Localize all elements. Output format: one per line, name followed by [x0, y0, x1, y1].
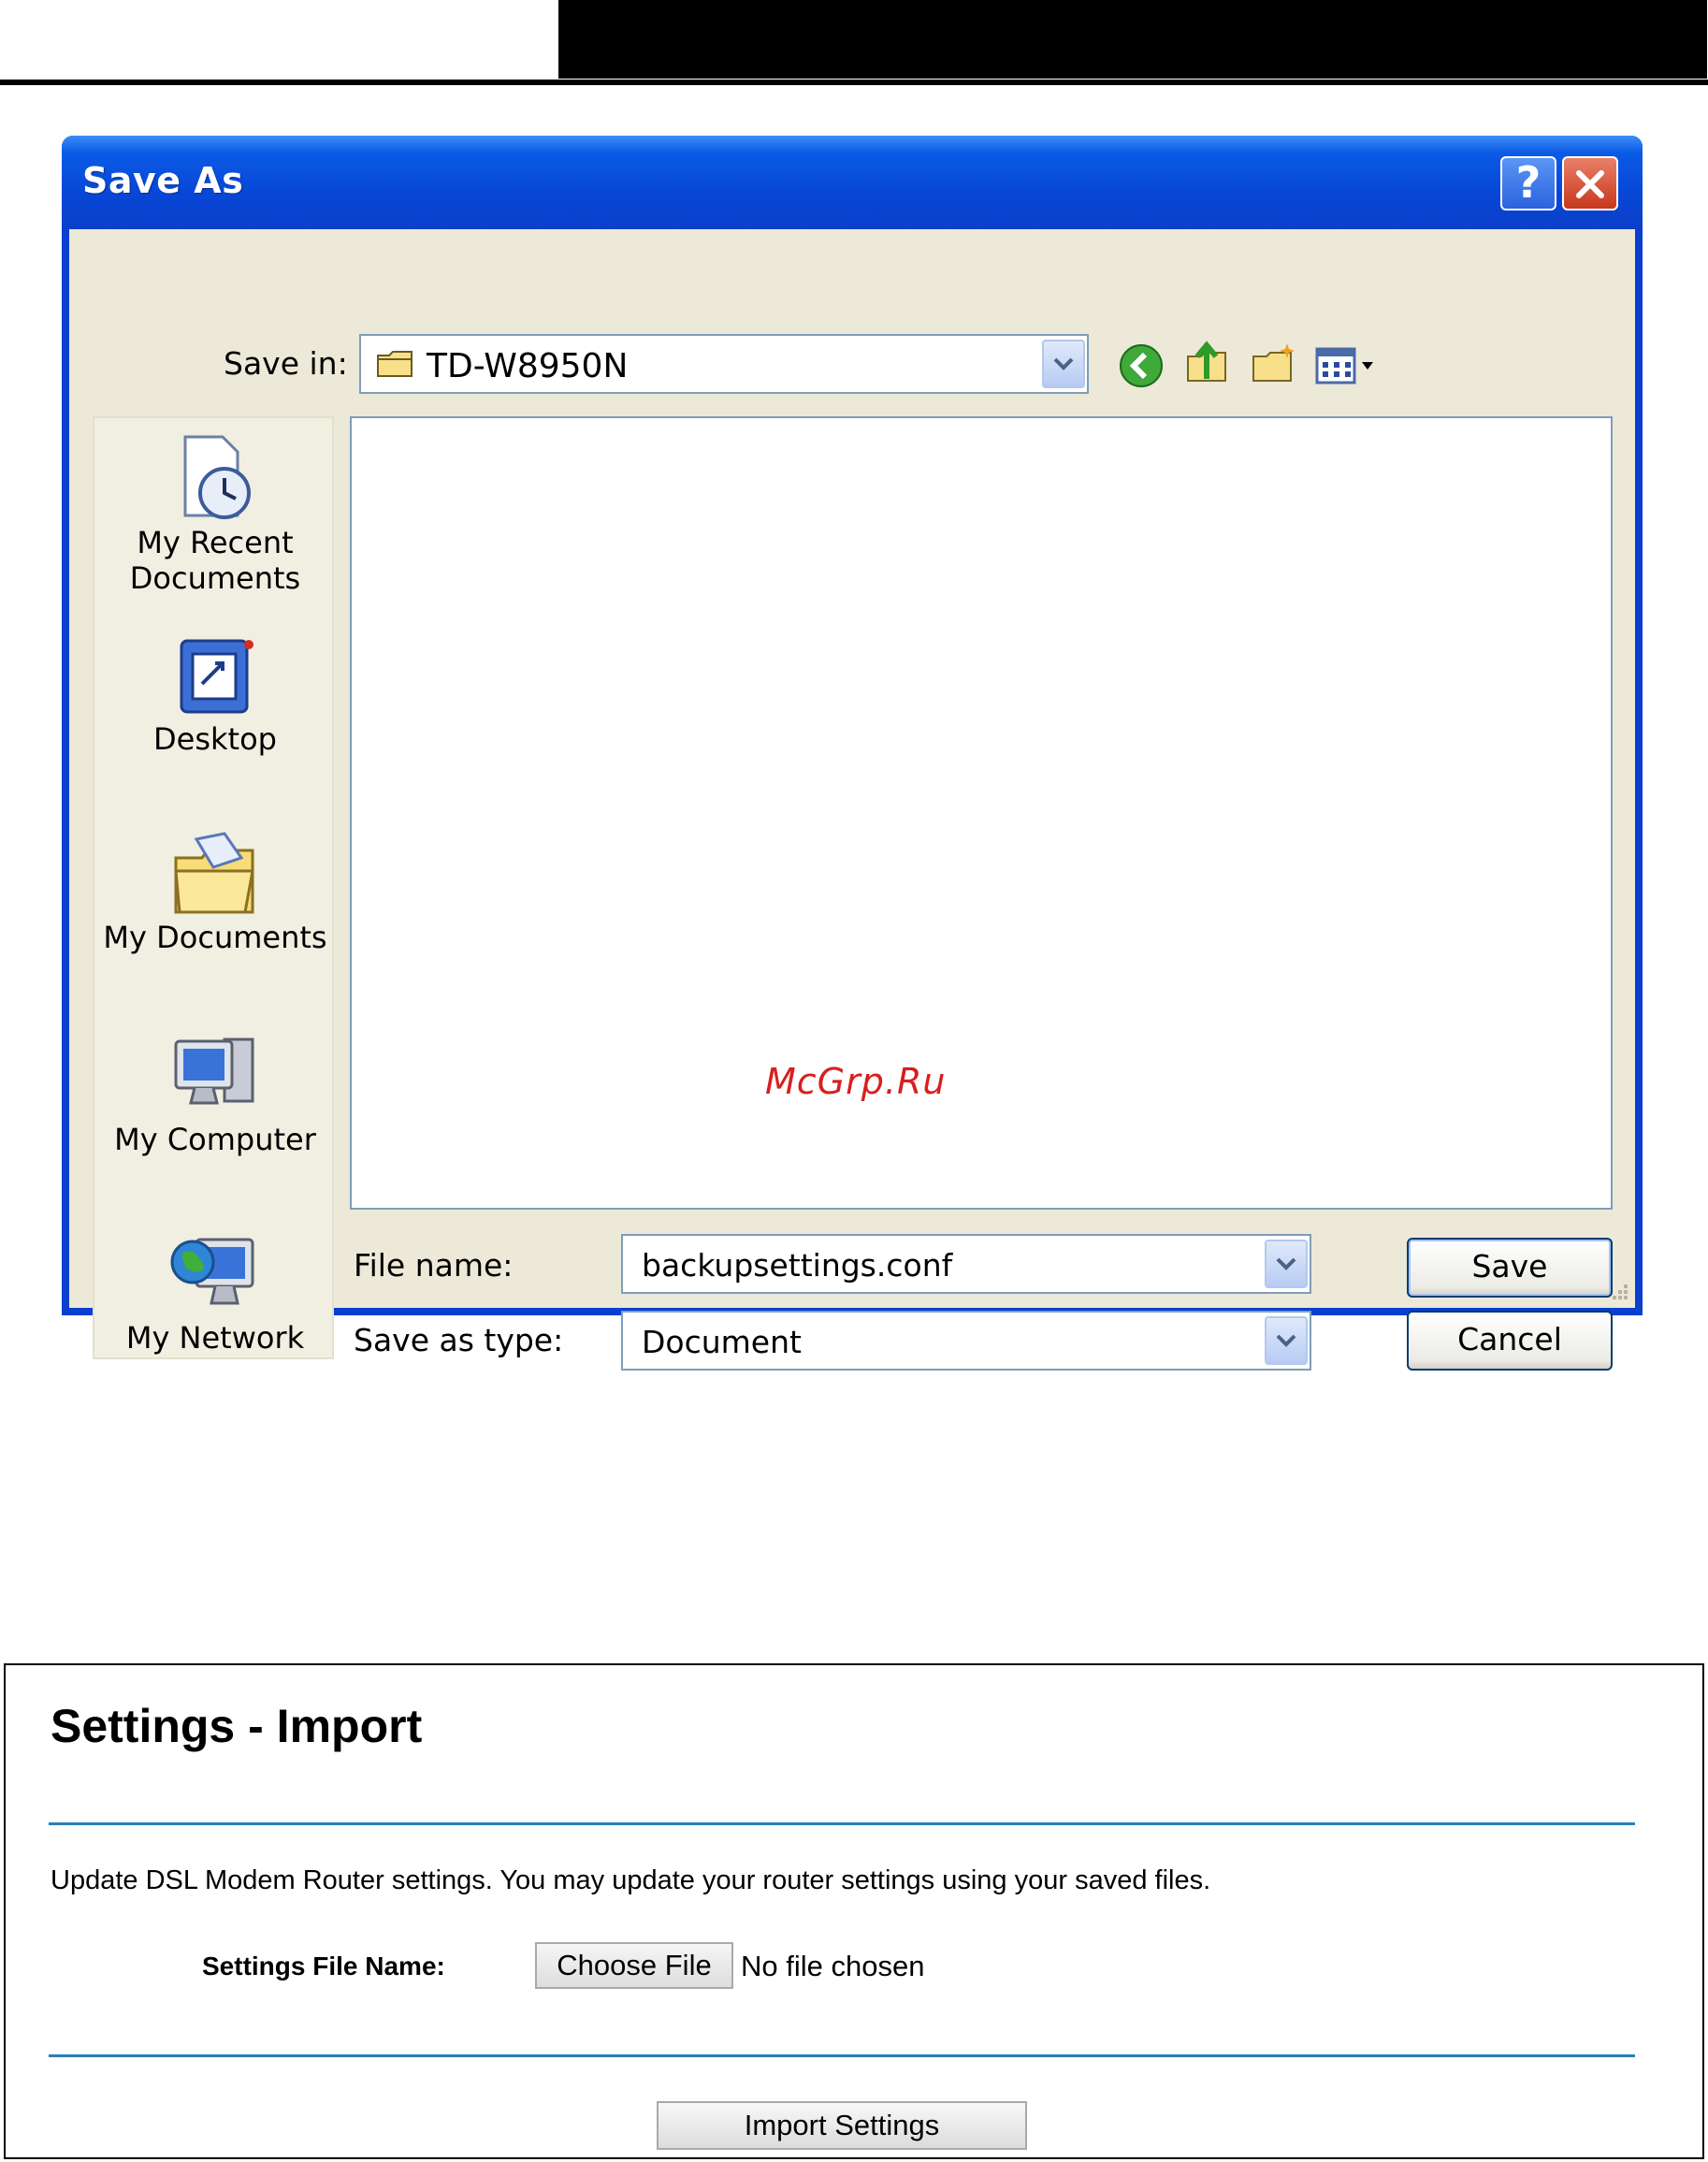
desktop-icon	[180, 639, 253, 714]
place-my-recent-documents[interactable]: My Recent Documents	[94, 431, 336, 596]
file-list-view[interactable]	[350, 416, 1613, 1210]
place-my-network[interactable]: My Network	[94, 1226, 336, 1356]
place-desktop[interactable]: Desktop	[94, 631, 336, 757]
dialog-client-area: Save in: TD-W8950N My Recent Documents D…	[69, 229, 1635, 1371]
back-icon[interactable]	[1117, 341, 1165, 390]
close-icon	[1576, 170, 1604, 198]
place-label: My Network	[125, 1320, 305, 1356]
save-as-type-dropdown-button[interactable]	[1265, 1316, 1308, 1365]
cancel-button[interactable]: Cancel	[1407, 1311, 1613, 1371]
my-documents-icon	[174, 832, 254, 914]
save-as-type-value: Document	[642, 1324, 802, 1360]
section-divider	[49, 1822, 1635, 1825]
settings-file-name-label: Settings File Name:	[202, 1952, 445, 1981]
place-my-computer[interactable]: My Computer	[94, 1028, 336, 1157]
dialog-titlebar[interactable]: Save As ?	[62, 136, 1643, 229]
no-file-chosen-text: No file chosen	[741, 1950, 925, 1982]
document-header-rule	[0, 80, 1708, 85]
file-name-dropdown-button[interactable]	[1265, 1240, 1308, 1288]
resize-grip-icon[interactable]	[1603, 1279, 1629, 1305]
save-in-dropdown[interactable]: TD-W8950N	[359, 334, 1089, 394]
up-folder-icon[interactable]	[1182, 338, 1231, 386]
chevron-down-icon	[1276, 1334, 1296, 1347]
chevron-down-icon	[1053, 357, 1074, 370]
place-label: My Computer	[114, 1122, 316, 1157]
file-name-combobox[interactable]: backupsettings.conf	[621, 1234, 1311, 1294]
save-in-label: Save in:	[224, 345, 348, 382]
file-name-value: backupsettings.conf	[642, 1247, 953, 1284]
place-my-documents[interactable]: My Documents	[94, 830, 336, 955]
place-label: Desktop	[153, 721, 277, 757]
views-menu-icon[interactable]	[1313, 341, 1381, 390]
settings-import-panel: Settings - Import Update DSL Modem Route…	[4, 1663, 1704, 2159]
file-name-label: File name:	[354, 1247, 514, 1284]
save-as-dialog: Save As ? Save in: TD-W8950N My Recent D…	[62, 136, 1643, 1371]
my-computer-icon	[174, 1037, 254, 1105]
watermark-text: McGrp.Ru	[765, 1061, 947, 1102]
dialog-title: Save As	[82, 160, 244, 201]
document-header-bar	[558, 0, 1707, 79]
new-folder-icon[interactable]	[1250, 340, 1298, 388]
place-label: My Recent	[137, 525, 294, 560]
place-label: My Documents	[103, 920, 327, 955]
save-as-type-label: Save as type:	[354, 1322, 564, 1358]
places-bar: My Recent Documents Desktop My Documents…	[93, 416, 334, 1359]
section-divider	[49, 2054, 1635, 2057]
recent-documents-icon	[183, 435, 251, 519]
save-in-value: TD-W8950N	[427, 347, 629, 385]
page-title: Settings - Import	[51, 1700, 423, 1752]
chevron-down-icon	[1276, 1257, 1296, 1270]
my-network-icon	[170, 1238, 254, 1305]
place-label: Documents	[129, 560, 301, 596]
save-button[interactable]: Save	[1407, 1238, 1613, 1298]
import-description: Update DSL Modem Router settings. You ma…	[51, 1865, 1211, 1895]
close-button[interactable]	[1562, 156, 1618, 210]
save-in-dropdown-button[interactable]	[1042, 340, 1085, 388]
folder-icon	[377, 351, 413, 377]
save-as-type-dropdown[interactable]: Document	[621, 1311, 1311, 1371]
help-button[interactable]: ?	[1500, 156, 1556, 210]
import-settings-button[interactable]: Import Settings	[657, 2101, 1027, 2150]
choose-file-button[interactable]: Choose File	[535, 1942, 733, 1989]
